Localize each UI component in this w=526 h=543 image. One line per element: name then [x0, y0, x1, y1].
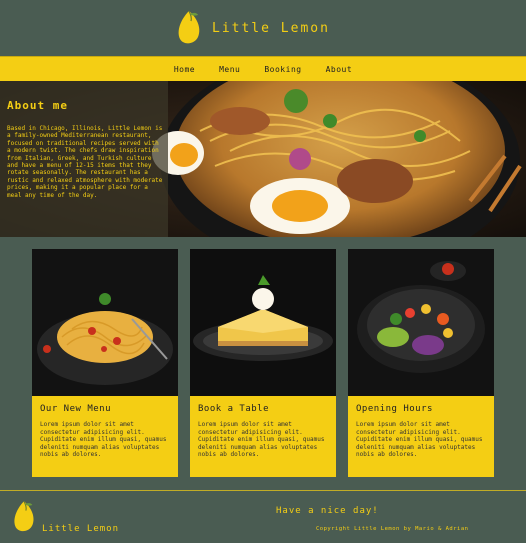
footer-copyright: Copyright Little Lemon by Mario & Adrian — [316, 526, 469, 532]
card-title: Opening Hours — [356, 404, 433, 414]
footer-divider — [0, 490, 526, 491]
nav-booking[interactable]: Booking — [264, 65, 301, 74]
nav-home[interactable]: Home — [174, 65, 195, 74]
hero-section: About me Based in Chicago, Illinois, Lit… — [0, 81, 526, 237]
about-text: Based in Chicago, Illinois, Little Lemon… — [7, 125, 163, 199]
card-new-menu[interactable]: Our New Menu Lorem ipsum dolor sit amet … — [32, 249, 178, 477]
site-header: Little Lemon — [0, 0, 526, 56]
lemon-logo-icon — [178, 10, 200, 44]
brand-name: Little Lemon — [212, 20, 330, 36]
salad-bowl-photo — [348, 249, 494, 396]
pasta-dish-photo — [32, 249, 178, 396]
about-title: About me — [7, 99, 68, 112]
card-text: Lorem ipsum dolor sit amet consectetur a… — [356, 421, 483, 459]
cheesecake-photo — [190, 249, 336, 396]
nav-about[interactable]: About — [326, 65, 353, 74]
card-book-table[interactable]: Book a Table Lorem ipsum dolor sit amet … — [190, 249, 336, 477]
card-text: Lorem ipsum dolor sit amet consectetur a… — [40, 421, 167, 459]
card-title: Our New Menu — [40, 404, 112, 414]
nav-menu[interactable]: Menu — [219, 65, 240, 74]
footer-brand-name: Little Lemon — [42, 524, 120, 534]
about-panel: About me Based in Chicago, Illinois, Lit… — [0, 81, 168, 237]
card-text: Lorem ipsum dolor sit amet consectetur a… — [198, 421, 325, 459]
brand[interactable]: Little Lemon — [176, 9, 330, 47]
card-title: Book a Table — [198, 404, 270, 414]
card-opening-hours[interactable]: Opening Hours Lorem ipsum dolor sit amet… — [348, 249, 494, 477]
footer-lemon-logo-icon — [14, 501, 34, 532]
footer-tagline: Have a nice day! — [276, 506, 379, 516]
main-nav: Home Menu Booking About — [0, 56, 526, 82]
